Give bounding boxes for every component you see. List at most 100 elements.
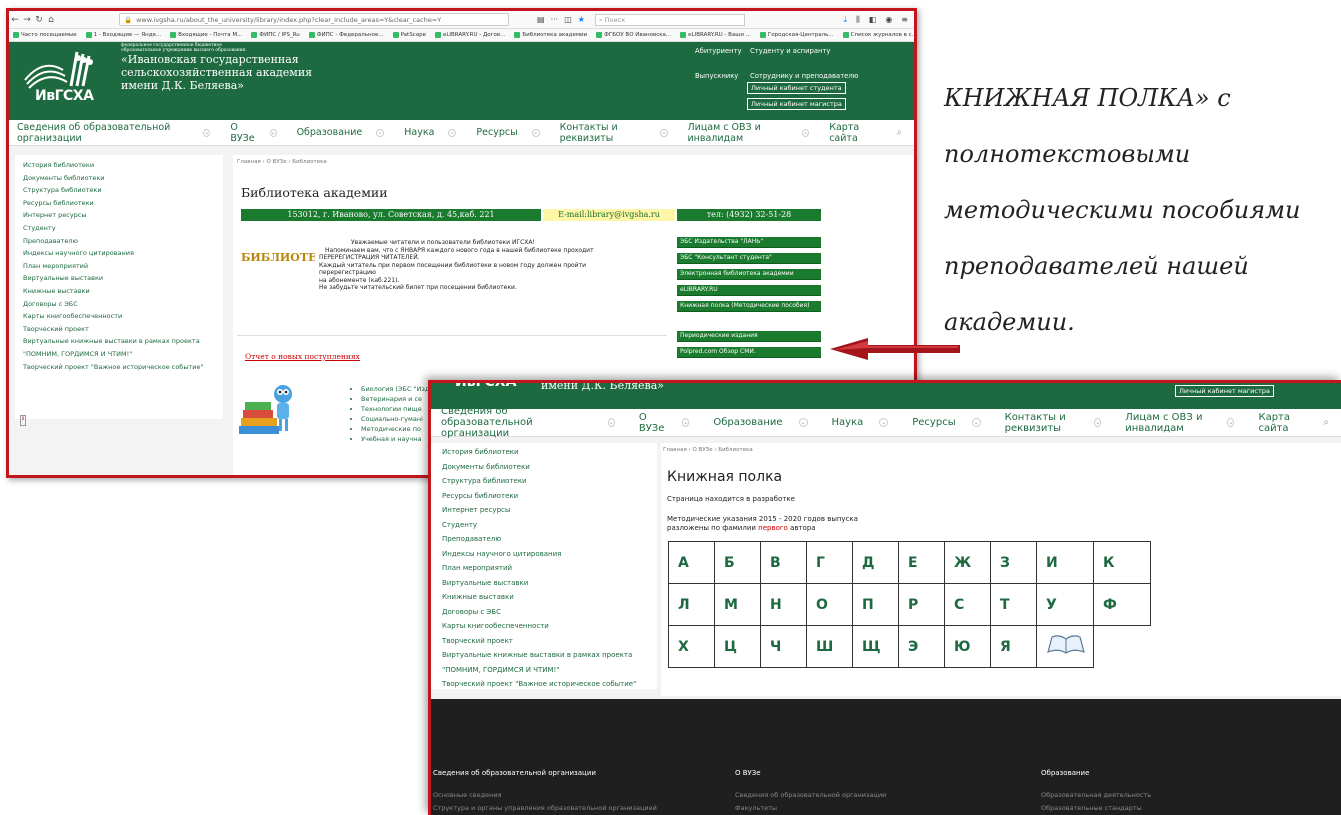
breadcrumb-home[interactable]: Главная — [663, 447, 687, 453]
address-bar[interactable]: 🔒 www.ivgsha.ru/about_the_university/libr… — [119, 13, 509, 26]
letter-cell[interactable]: Л — [668, 583, 715, 626]
letter-cell[interactable]: Г — [806, 541, 853, 584]
menu-item[interactable]: Контакты и реквизиты ⌄ — [560, 122, 678, 144]
library-icon[interactable]: ⫼ — [856, 15, 860, 25]
sidebar-item[interactable]: План мероприятий — [431, 561, 657, 576]
sidebar-item[interactable]: Книжные выставки — [15, 285, 223, 298]
sidebar-item[interactable]: Творческий проект "Важное историческое с… — [431, 677, 657, 692]
breadcrumb-home[interactable]: Главная — [237, 159, 261, 165]
sidebar-item[interactable]: Ресурсы библиотеки — [431, 489, 657, 504]
back-icon[interactable]: ← — [9, 15, 21, 25]
letter-cell[interactable]: Ж — [944, 541, 991, 584]
letter-cell[interactable]: Ч — [760, 625, 807, 668]
new-arrivals-report-link[interactable]: Отчет о новых поступлениях — [245, 352, 360, 361]
letter-cell[interactable]: П — [852, 583, 899, 626]
sidebar-item[interactable]: План мероприятий — [15, 260, 223, 273]
sidebar-item[interactable]: Преподавателю — [431, 532, 657, 547]
sidebar-item[interactable]: Студенту — [431, 518, 657, 533]
sidebar-item[interactable]: История библиотеки — [15, 159, 223, 172]
letter-cell[interactable]: Х — [668, 625, 715, 668]
menu-item[interactable]: Карта сайта — [1258, 412, 1311, 434]
letter-cell[interactable]: О — [806, 583, 853, 626]
sidebar-item[interactable]: Договоры с ЭБС — [431, 605, 657, 620]
resource-link[interactable]: eLIBRARY.RU — [677, 285, 821, 296]
letter-cell[interactable]: Р — [898, 583, 945, 626]
header-link-graduate[interactable]: Выпускнику — [695, 72, 738, 80]
sidebar-item[interactable]: Индексы научного цитирования — [15, 247, 223, 260]
search-icon[interactable]: ⌕ — [897, 127, 902, 138]
more-icon[interactable]: ··· — [551, 15, 559, 24]
resource-link[interactable]: Электронная библиотека академии — [677, 269, 821, 280]
bookmark-item[interactable]: ФИПС - Федеральное... — [308, 32, 384, 38]
bookmark-item[interactable]: Список журналов в с... — [842, 32, 914, 38]
reload-icon[interactable]: ↻ — [33, 15, 45, 25]
letter-cell[interactable]: Д — [852, 541, 899, 584]
letter-cell[interactable]: С — [944, 583, 991, 626]
sidebar-item[interactable]: Книжные выставки — [431, 590, 657, 605]
letter-cell[interactable]: В — [760, 541, 807, 584]
sidebar-item[interactable]: Документы библиотеки — [431, 460, 657, 475]
download-icon[interactable]: ⤓ — [844, 15, 848, 25]
student-cabinet-button[interactable]: Личный кабинет студента — [747, 82, 846, 94]
resource-link[interactable]: ЭБС Издательства "ЛАНЬ" — [677, 237, 821, 248]
menu-icon[interactable]: ≡ — [901, 15, 908, 25]
sidebar-item[interactable]: Виртуальные книжные выставки в рамках пр… — [15, 335, 223, 360]
menu-item[interactable]: Ресурсы ⌄ — [476, 127, 549, 138]
footer-link[interactable]: Факультеты — [735, 802, 886, 815]
header-link-staff[interactable]: Сотруднику и преподавателю — [750, 72, 858, 80]
bookmark-item[interactable]: Часто посещаемые — [13, 32, 77, 38]
sidebar-item[interactable]: Договоры с ЭБС — [15, 298, 223, 311]
letter-cell[interactable]: Щ — [852, 625, 899, 668]
menu-item[interactable]: О ВУЗе ⌄ — [230, 122, 286, 144]
letter-cell[interactable]: К — [1093, 541, 1151, 584]
sidebar-item[interactable]: Индексы научного цитирования — [431, 547, 657, 562]
sidebar-item[interactable]: Ресурсы библиотеки — [15, 197, 223, 210]
menu-item[interactable]: Сведения об образовательной организации ⌄ — [441, 406, 627, 439]
sidebar-item[interactable]: Творческий проект — [15, 323, 223, 336]
sidebar-item[interactable]: Документы библиотеки — [15, 172, 223, 185]
menu-item[interactable]: Образование ⌄ — [297, 127, 395, 138]
footer-link[interactable]: Образовательные стандарты — [1041, 802, 1151, 815]
sidebar-item[interactable]: Карты книгообеспеченности — [15, 310, 223, 323]
account-icon[interactable]: ◉ — [885, 15, 892, 25]
menu-item[interactable]: Лицам с ОВЗ и инвалидам ⌄ — [688, 122, 820, 144]
search-input[interactable]: ⌕ Поиск — [594, 13, 745, 26]
email-link[interactable]: E-mail:library@ivgsha.ru — [543, 209, 675, 221]
home-icon[interactable]: ⌂ — [45, 15, 57, 25]
bookmark-item[interactable]: eLIBRARY.RU - Ваши ... — [680, 32, 751, 38]
letter-cell[interactable]: А — [668, 541, 715, 584]
sidebar-item[interactable]: Творческий проект — [431, 634, 657, 649]
sidebar-item[interactable]: Структура библиотеки — [15, 184, 223, 197]
bookmark-item[interactable]: Библиотека академии — [514, 32, 587, 38]
footer-link[interactable]: Основные сведения — [433, 789, 657, 802]
menu-item[interactable]: Образование ⌄ — [713, 417, 819, 428]
footer-link[interactable]: Образовательная деятельность — [1041, 789, 1151, 802]
menu-item[interactable]: Контакты и реквизиты ⌄ — [1005, 412, 1114, 434]
letter-cell[interactable]: Ф — [1093, 583, 1151, 626]
menu-item[interactable]: Ресурсы ⌄ — [912, 417, 992, 428]
sidebar-item[interactable]: Творческий проект "Важное историческое с… — [15, 361, 223, 374]
bookmark-item[interactable]: Входящие - Почта М... — [170, 32, 242, 38]
menu-item[interactable]: Лицам с ОВЗ и инвалидам ⌄ — [1125, 412, 1246, 434]
scroll-up-icon[interactable]: ⇕ — [20, 415, 26, 426]
master-cabinet-button[interactable]: Личный кабинет магистра — [747, 98, 846, 110]
menu-item[interactable]: Карта сайта — [829, 122, 886, 144]
letter-cell[interactable]: Т — [990, 583, 1037, 626]
letter-cell[interactable]: Я — [990, 625, 1037, 668]
sidebar-icon[interactable]: ◧ — [869, 15, 877, 25]
sidebar-item[interactable]: Преподавателю — [15, 235, 223, 248]
letter-cell[interactable]: Е — [898, 541, 945, 584]
letter-cell[interactable]: Н — [760, 583, 807, 626]
menu-item[interactable]: Наука ⌄ — [404, 127, 466, 138]
sidebar-item[interactable]: Карты книгообеспеченности — [431, 619, 657, 634]
menu-item[interactable]: Наука ⌄ — [832, 417, 901, 428]
sidebar-item[interactable]: Виртуальные выставки — [15, 272, 223, 285]
letter-cell[interactable]: И — [1036, 541, 1094, 584]
sidebar-item[interactable]: Структура библиотеки — [431, 474, 657, 489]
bookmark-item[interactable]: eLIBRARY.RU - Догов... — [434, 32, 505, 38]
forward-icon[interactable]: → — [21, 15, 33, 25]
letter-cell[interactable]: Ц — [714, 625, 761, 668]
star-icon[interactable]: ★ — [578, 15, 585, 24]
footer-link[interactable]: Сведения об образовательной организации — [735, 789, 886, 802]
header-link-applicant[interactable]: Абитуриенту — [695, 47, 742, 55]
